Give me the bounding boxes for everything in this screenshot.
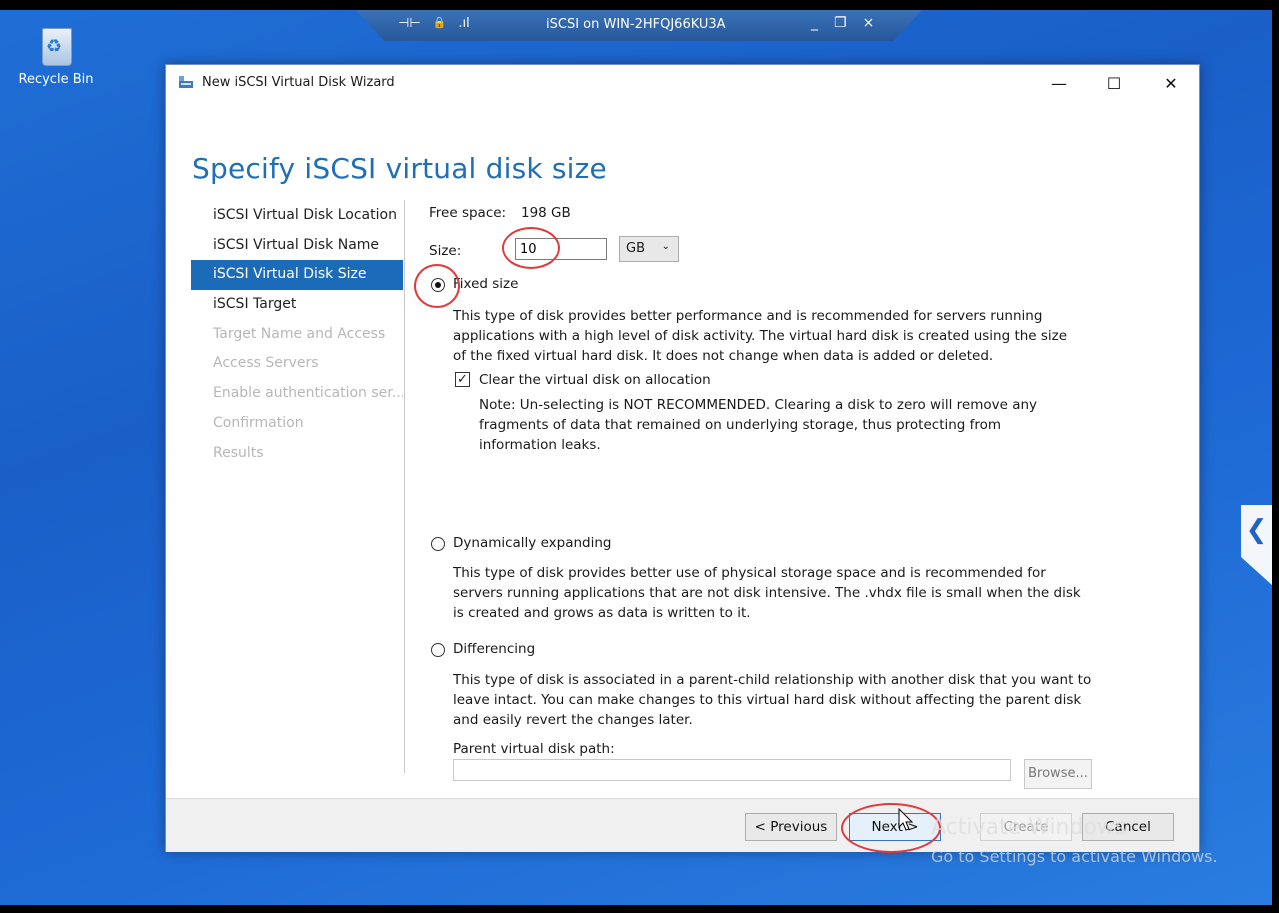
- fixed-size-description: This type of disk provides better perfor…: [453, 308, 1068, 364]
- checkmark-icon: ✓: [457, 372, 468, 387]
- nav-step-authentication: Enable authentication ser...: [213, 385, 403, 402]
- activate-windows-watermark: Activate Windows: [931, 815, 1127, 840]
- wizard-app-icon: [179, 76, 193, 88]
- recycle-bin-shortcut[interactable]: ♻ Recycle Bin: [16, 22, 96, 87]
- wizard-steps-nav: iSCSI Virtual Disk Location iSCSI Virtua…: [191, 201, 403, 468]
- nav-step-target-name-access: Target Name and Access: [213, 325, 386, 342]
- fixed-size-radio[interactable]: [431, 278, 445, 292]
- clear-allocation-note: Note: Un-selecting is NOT RECOMMENDED. C…: [479, 397, 1038, 453]
- screen-border-right: [1272, 0, 1279, 913]
- dynamically-expanding-description: This type of disk provides better use of…: [453, 565, 1081, 621]
- nav-step-target[interactable]: iSCSI Target: [191, 290, 403, 320]
- nav-step-confirmation: Confirmation: [213, 414, 304, 431]
- window-title: New iSCSI Virtual Disk Wizard: [202, 75, 395, 90]
- parent-path-label: Parent virtual disk path:: [453, 741, 615, 757]
- size-input[interactable]: [515, 238, 607, 260]
- pin-icon[interactable]: ⊣⊢: [398, 16, 421, 31]
- parent-path-input[interactable]: [453, 759, 1011, 781]
- chevron-down-icon: ⌄: [661, 241, 670, 252]
- signal-icon[interactable]: .ıl: [458, 16, 469, 31]
- nav-step-size[interactable]: iSCSI Virtual Disk Size: [191, 260, 403, 291]
- rdp-restore-icon[interactable]: ❐: [834, 15, 847, 31]
- rdp-window-controls: _ ❐ ×: [811, 15, 874, 31]
- rdp-bar-icons: ⊣⊢ 🔒 .ıl: [398, 16, 470, 31]
- previous-button[interactable]: < Previous: [745, 813, 837, 841]
- rdp-minimize-icon[interactable]: _: [811, 15, 818, 31]
- rdp-close-icon[interactable]: ×: [863, 15, 875, 31]
- activate-windows-subtext: Go to Settings to activate Windows.: [931, 847, 1218, 866]
- differencing-description: This type of disk is associated in a par…: [453, 672, 1092, 728]
- recycle-bin-label: Recycle Bin: [18, 72, 94, 87]
- side-panel-tab[interactable]: ❮: [1241, 505, 1272, 585]
- remote-desktop-bar[interactable]: ⊣⊢ 🔒 .ıl iSCSI on WIN-2HFQJ66KU3A _ ❐ ×: [356, 10, 922, 41]
- browse-button[interactable]: Browse...: [1024, 759, 1092, 789]
- minimize-button[interactable]: —: [1036, 71, 1082, 97]
- free-space-label: Free space:: [429, 205, 507, 221]
- nav-step-results: Results: [213, 444, 264, 461]
- differencing-label[interactable]: Differencing: [453, 641, 535, 657]
- size-label: Size:: [429, 243, 462, 259]
- rdp-connection-title: iSCSI on WIN-2HFQJ66KU3A: [546, 17, 726, 32]
- mouse-cursor-icon: [898, 808, 914, 831]
- nav-step-name[interactable]: iSCSI Virtual Disk Name: [191, 231, 403, 261]
- fixed-size-label[interactable]: Fixed size: [453, 276, 518, 292]
- nav-divider: [404, 200, 405, 773]
- chevron-left-icon: ❮: [1245, 515, 1268, 545]
- screen-border-top: [0, 0, 1279, 10]
- maximize-button[interactable]: ☐: [1091, 71, 1137, 97]
- iscsi-wizard-window: New iSCSI Virtual Disk Wizard — ☐ ✕ Spec…: [165, 64, 1200, 852]
- differencing-radio[interactable]: [431, 643, 445, 657]
- screen-border-bottom: [0, 905, 1279, 913]
- page-title: Specify iSCSI virtual disk size: [192, 151, 607, 185]
- recycle-bin-icon: ♻: [36, 22, 76, 68]
- clear-on-allocation-label[interactable]: Clear the virtual disk on allocation: [479, 372, 711, 388]
- nav-step-access-servers: Access Servers: [213, 355, 319, 372]
- free-space-value: 198 GB: [521, 205, 571, 221]
- clear-on-allocation-checkbox[interactable]: ✓: [455, 372, 470, 387]
- size-unit-value: GB: [626, 241, 645, 256]
- next-button[interactable]: Next >: [849, 813, 941, 841]
- close-button[interactable]: ✕: [1148, 71, 1194, 97]
- dynamically-expanding-radio[interactable]: [431, 537, 445, 551]
- lock-icon: 🔒: [432, 16, 447, 29]
- nav-step-location[interactable]: iSCSI Virtual Disk Location: [191, 201, 403, 231]
- size-unit-select[interactable]: GB ⌄: [619, 236, 679, 262]
- window-titlebar[interactable]: New iSCSI Virtual Disk Wizard — ☐ ✕: [166, 65, 1199, 101]
- dynamically-expanding-label[interactable]: Dynamically expanding: [453, 535, 612, 551]
